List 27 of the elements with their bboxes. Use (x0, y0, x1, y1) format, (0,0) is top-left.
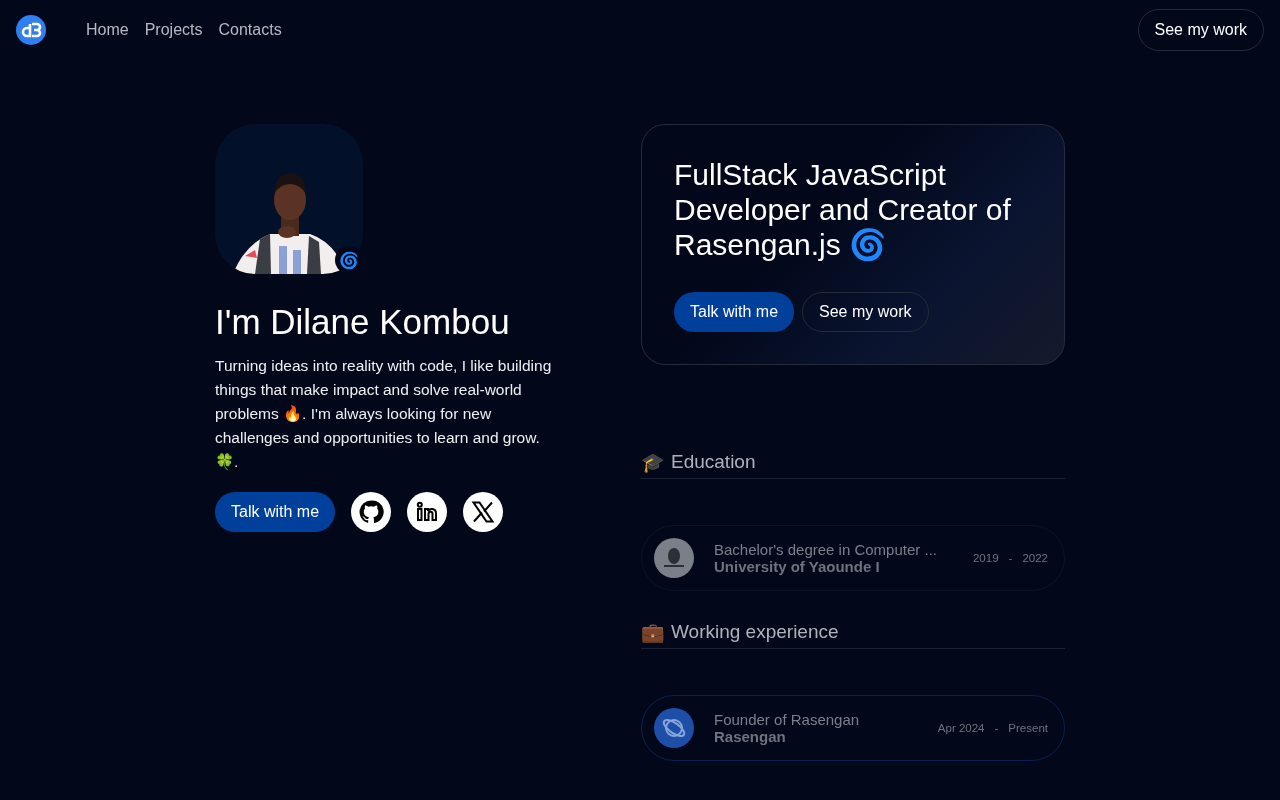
date-separator: - (1008, 552, 1013, 564)
logo-icon[interactable] (16, 15, 46, 45)
entry-role: Bachelor's degree in Computer ... (714, 541, 937, 558)
nav-link[interactable]: Home (86, 21, 129, 39)
section-title: Education (671, 451, 756, 474)
x-icon[interactable] (463, 492, 504, 532)
orbit-icon (654, 708, 694, 748)
linkedin-icon[interactable] (407, 492, 448, 532)
github-icon[interactable] (351, 492, 392, 532)
section-emoji: 💼 (641, 621, 665, 644)
nav-link[interactable]: Contacts (218, 21, 282, 39)
entry-role: Founder of Rasengan (714, 711, 860, 728)
end-date: Present (1008, 722, 1048, 734)
profile-name: I'm Dilane Kombou (215, 302, 511, 342)
talk-button[interactable]: Talk with me (215, 492, 336, 532)
end-date: 2022 (1022, 552, 1048, 564)
entry-org: University of Yaounde I (714, 558, 880, 575)
nav-link[interactable]: Projects (144, 21, 203, 39)
start-date: Apr 2024 (937, 722, 985, 734)
talk-button[interactable]: Talk with me (674, 292, 795, 332)
hero-title: FullStack JavaScript Developer and Creator of Rasengan.js 🌀 (674, 157, 1012, 262)
start-date: 2019 (972, 552, 999, 564)
date-separator: - (994, 722, 999, 734)
entry-org: Rasengan (714, 728, 786, 745)
section-emoji: 🎓 (641, 451, 665, 474)
section-title: Working experience (671, 621, 839, 644)
bio-text: Turning ideas into reality with code, I like building things that make impact and solve real-world problems 🔥. I'm always looking for new challenges and opportunities to learn and grow. 🍀. (215, 356, 553, 472)
